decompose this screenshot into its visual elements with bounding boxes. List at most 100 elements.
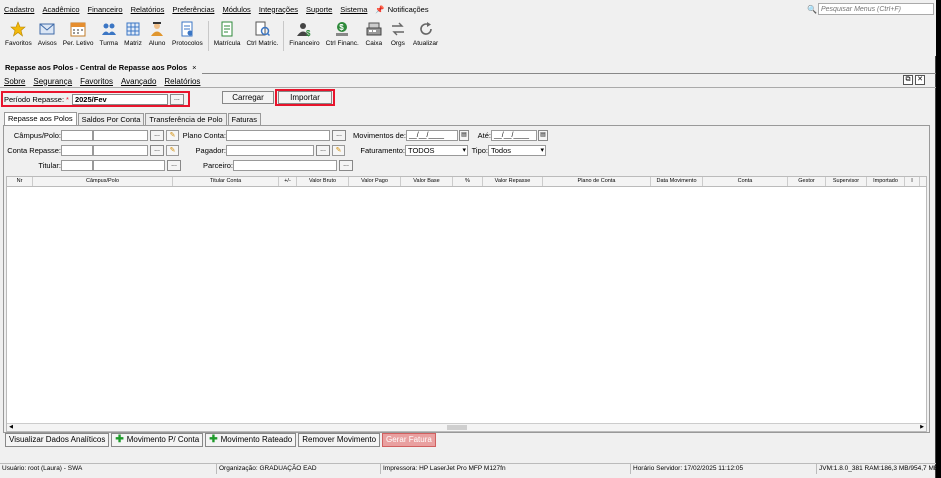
calendar-icon (69, 20, 87, 38)
menu-relatorios[interactable]: Relatórios (127, 5, 169, 14)
calendar-picker-icon[interactable]: ▤ (538, 129, 548, 141)
toolbar-matriz[interactable]: Matriz (121, 18, 145, 54)
toolbar-protocolos[interactable]: Protocolos (169, 18, 206, 54)
carregar-button[interactable]: Carregar (222, 91, 274, 104)
toolbar-atualizar[interactable]: Atualizar (410, 18, 441, 54)
plano-conta-input[interactable] (226, 129, 330, 141)
pagador-input[interactable] (226, 144, 314, 156)
ate-date-input[interactable]: __/__/____ (491, 129, 537, 141)
tab-transferencia-polo[interactable]: Transferência de Polo (145, 113, 227, 125)
col-gestor[interactable]: Gestor (788, 177, 826, 186)
repasse-grid[interactable]: Nr Câmpus/Polo Titular Conta +/- Valor B… (6, 176, 927, 432)
tab-repasse-polos[interactable]: Repasse aos Polos - Central de Repasse a… (0, 60, 202, 74)
menu-sistema[interactable]: Sistema (336, 5, 371, 14)
calendar-picker-icon[interactable]: ▤ (459, 129, 469, 141)
periodo-input[interactable]: 2025/Fev (71, 93, 168, 105)
scroll-thumb[interactable] (447, 425, 467, 430)
col-titular-conta[interactable]: Titular Conta (173, 177, 279, 186)
tab-faturas[interactable]: Faturas (227, 113, 261, 125)
periodo-browse-button[interactable]: ... (169, 93, 184, 105)
toolbar-matricula[interactable]: Matrícula (211, 18, 244, 54)
col-conta[interactable]: Conta (703, 177, 788, 186)
submenu-avancado[interactable]: Avançado (117, 77, 160, 86)
toolbar-orgs[interactable]: Orgs (386, 18, 410, 54)
search-input[interactable] (818, 3, 934, 15)
titular-name-input[interactable] (93, 159, 165, 171)
toolbar-ctrl-financ[interactable]: $ Ctrl Financ. (323, 18, 362, 54)
document-tabs: Repasse aos Polos - Central de Repasse a… (0, 60, 936, 74)
menu-cadastro[interactable]: Cadastro (0, 5, 38, 14)
scroll-left-icon[interactable]: ◀ (7, 424, 15, 431)
conta-repasse-browse-button[interactable]: ... (150, 144, 164, 156)
notificacoes-label: Notificações (387, 4, 429, 14)
col-importado[interactable]: Importado (867, 177, 905, 186)
col-nr[interactable]: Nr (7, 177, 33, 186)
movimentos-date-input[interactable]: __/__/____ (406, 129, 458, 141)
importar-button[interactable]: Importar (278, 91, 332, 104)
toolbar-avisos[interactable]: Avisos (35, 18, 60, 54)
plano-conta-browse-button[interactable]: ... (332, 129, 346, 141)
close-window-icon[interactable]: ✕ (915, 75, 925, 85)
col-sinal[interactable]: +/- (279, 177, 297, 186)
menu-integracoes[interactable]: Integrações (255, 5, 302, 14)
toolbar-financeiro[interactable]: $ Financeiro (286, 18, 322, 54)
col-plano-conta[interactable]: Plano de Conta (543, 177, 651, 186)
conta-repasse-name-input[interactable] (93, 144, 148, 156)
edit-icon[interactable]: ✎ (166, 129, 179, 141)
menu-notificacoes[interactable]: 📌 Notificações (371, 5, 432, 14)
visualizar-dados-button[interactable]: Visualizar Dados Analíticos (5, 433, 110, 447)
detach-icon[interactable]: ⧉ (903, 75, 913, 85)
submenu-relatorios[interactable]: Relatórios (160, 77, 204, 86)
gerar-fatura-button[interactable]: Gerar Fatura (382, 433, 436, 447)
conta-repasse-code-input[interactable] (61, 144, 93, 156)
toolbar-ctrl-matricula[interactable]: Ctrl Matríc. (243, 18, 281, 54)
col-valor-bruto[interactable]: Valor Bruto (297, 177, 349, 186)
plus-icon: ✚ (209, 434, 218, 445)
tab-repasse-aos-polos[interactable]: Repasse aos Polos (4, 112, 77, 125)
col-percentual[interactable]: % (453, 177, 483, 186)
col-campus-polo[interactable]: Câmpus/Polo (33, 177, 173, 186)
edit-icon[interactable]: ✎ (166, 144, 179, 156)
tab-saldos-por-conta[interactable]: Saldos Por Conta (77, 113, 145, 125)
toolbar-per-letivo[interactable]: Per. Letivo (60, 18, 97, 54)
movimento-conta-button[interactable]: ✚ Movimento P/ Conta (111, 433, 204, 447)
submenu-seguranca[interactable]: Segurança (29, 77, 76, 86)
parceiro-browse-button[interactable]: ... (339, 159, 353, 171)
remover-movimento-button[interactable]: Remover Movimento (298, 433, 381, 447)
campus-name-input[interactable] (93, 129, 148, 141)
toolbar-favoritos[interactable]: Favoritos (2, 18, 35, 54)
toolbar-caixa[interactable]: Caixa (362, 18, 386, 54)
faturamento-select[interactable]: TODOS (405, 144, 468, 156)
movimento-rateado-button[interactable]: ✚ Movimento Rateado (205, 433, 297, 447)
col-extra[interactable]: I (905, 177, 920, 186)
pagador-browse-button[interactable]: ... (316, 144, 330, 156)
menu-academico[interactable]: Acadêmico (38, 5, 83, 14)
campus-browse-button[interactable]: ... (150, 129, 164, 141)
tipo-select[interactable]: Todos (488, 144, 546, 156)
col-valor-repasse[interactable]: Valor Repasse (483, 177, 543, 186)
titular-browse-button[interactable]: ... (167, 159, 181, 171)
toolbar-label: Turma (99, 40, 119, 47)
col-valor-pago[interactable]: Valor Pago (349, 177, 401, 186)
titular-code-input[interactable] (61, 159, 93, 171)
menu-suporte[interactable]: Suporte (302, 5, 336, 14)
menu-financeiro[interactable]: Financeiro (84, 5, 127, 14)
submenu-sobre[interactable]: Sobre (0, 77, 29, 86)
col-valor-base[interactable]: Valor Base (401, 177, 453, 186)
menu-modulos[interactable]: Módulos (218, 5, 254, 14)
col-data-movimento[interactable]: Data Movimento (651, 177, 703, 186)
close-icon[interactable]: × (192, 63, 196, 72)
toolbar-aluno[interactable]: Aluno (145, 18, 169, 54)
submenu-favoritos[interactable]: Favoritos (76, 77, 117, 86)
edit-icon[interactable]: ✎ (332, 144, 345, 156)
campus-code-input[interactable] (61, 129, 93, 141)
grid-horizontal-scrollbar[interactable]: ◀ ▶ (7, 423, 926, 431)
pin-icon: 📌 (375, 4, 385, 14)
menu-preferencias[interactable]: Preferências (168, 5, 218, 14)
toolbar-label: Avisos (37, 40, 57, 47)
visualizar-label: Visualizar Dados Analíticos (9, 435, 106, 444)
parceiro-input[interactable] (233, 159, 337, 171)
toolbar-turma[interactable]: Turma (96, 18, 121, 54)
scroll-right-icon[interactable]: ▶ (918, 424, 926, 431)
col-supervisor[interactable]: Supervisor (826, 177, 867, 186)
